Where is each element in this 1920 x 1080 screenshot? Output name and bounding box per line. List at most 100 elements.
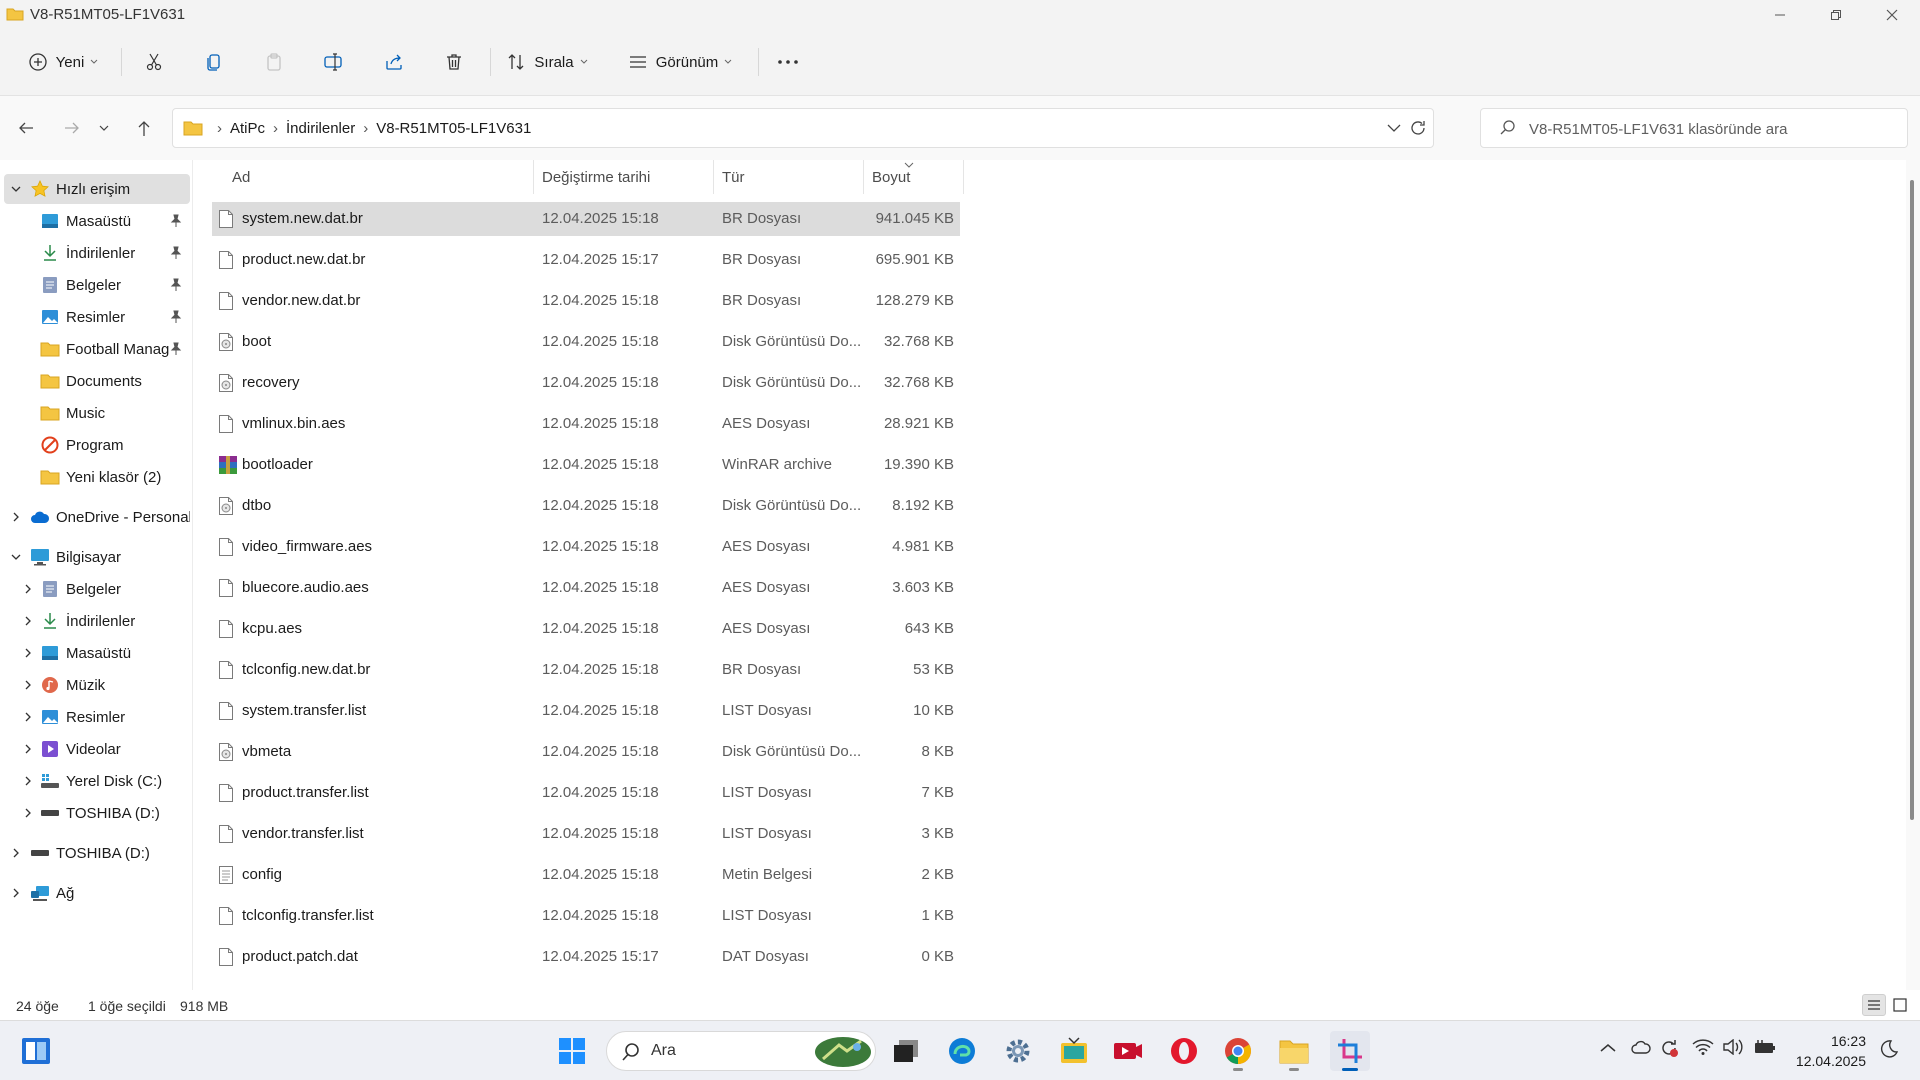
chevron-down-icon[interactable]: [8, 181, 24, 197]
sidebar-item-desktop[interactable]: Masaüstü: [4, 206, 190, 236]
breadcrumb-item[interactable]: İndirilenler: [286, 120, 355, 137]
taskbar-video-app[interactable]: [1108, 1031, 1148, 1071]
search-box[interactable]: [1480, 108, 1908, 148]
chevron-right-icon[interactable]: [8, 845, 24, 861]
rename-button[interactable]: [312, 44, 356, 80]
column-divider[interactable]: [713, 160, 714, 194]
table-row[interactable]: bootloader 12.04.2025 15:18 WinRAR archive…: [212, 448, 960, 482]
sidebar-item-onedrive[interactable]: OneDrive - Personal: [4, 502, 190, 532]
sidebar-item-documents[interactable]: Belgeler: [4, 270, 190, 300]
refresh-button[interactable]: [1409, 119, 1427, 137]
column-divider[interactable]: [863, 160, 864, 194]
onedrive-tray-icon[interactable]: [1630, 1039, 1652, 1055]
address-history-button[interactable]: [1387, 123, 1401, 133]
taskbar-file-explorer[interactable]: [1274, 1031, 1314, 1071]
pane-divider[interactable]: [192, 160, 193, 990]
taskbar-search[interactable]: Ara: [606, 1031, 876, 1071]
sidebar-item-music-folder[interactable]: Music: [4, 398, 190, 428]
taskbar-opera[interactable]: [1164, 1031, 1204, 1071]
more-options-button[interactable]: [766, 44, 810, 80]
paste-button[interactable]: [252, 44, 296, 80]
table-row[interactable]: kcpu.aes 12.04.2025 15:18 AES Dosyası 643 K…: [212, 612, 960, 646]
task-view-button[interactable]: [886, 1031, 926, 1071]
start-button[interactable]: [552, 1031, 592, 1071]
column-divider[interactable]: [533, 160, 534, 194]
table-row[interactable]: vmlinux.bin.aes 12.04.2025 15:18 AES Dosya…: [212, 407, 960, 441]
sidebar-item-documents-folder[interactable]: Documents: [4, 366, 190, 396]
chevron-right-icon[interactable]: [20, 773, 36, 789]
table-row[interactable]: vendor.new.dat.br 12.04.2025 15:18 BR Dosy…: [212, 284, 960, 318]
restore-button[interactable]: [1808, 0, 1864, 30]
battery-icon[interactable]: [1752, 1039, 1776, 1055]
sidebar-item-computer-desktop[interactable]: Masaüstü: [4, 638, 190, 668]
wifi-icon[interactable]: [1692, 1039, 1714, 1055]
cut-button[interactable]: [132, 44, 176, 80]
tiles-view-button[interactable]: [1888, 994, 1912, 1016]
vertical-scrollbar[interactable]: [1906, 160, 1920, 990]
chevron-right-icon[interactable]: [20, 805, 36, 821]
chevron-right-icon[interactable]: [20, 677, 36, 693]
do-not-disturb-icon[interactable]: [1878, 1039, 1898, 1059]
taskbar-clock[interactable]: 16:23 12.04.2025: [1790, 1031, 1866, 1071]
table-row[interactable]: system.transfer.list 12.04.2025 15:18 LIST…: [212, 694, 960, 728]
sync-error-icon[interactable]: [1658, 1037, 1680, 1059]
details-view-button[interactable]: [1862, 994, 1886, 1016]
chevron-right-icon[interactable]: [8, 885, 24, 901]
chevron-right-icon[interactable]: [20, 741, 36, 757]
chevron-right-icon[interactable]: [8, 509, 24, 525]
sidebar-item-computer-pictures[interactable]: Resimler: [4, 702, 190, 732]
view-button[interactable]: Görünüm: [620, 44, 740, 80]
chevron-up-icon[interactable]: [1600, 1043, 1616, 1053]
table-row[interactable]: product.new.dat.br 12.04.2025 15:17 BR Dos…: [212, 243, 960, 277]
new-button[interactable]: Yeni: [18, 44, 108, 80]
column-header-size[interactable]: Boyut: [872, 160, 962, 194]
back-button[interactable]: [8, 112, 44, 144]
table-row[interactable]: config 12.04.2025 15:18 Metin Belgesi 2 KB: [212, 858, 960, 892]
taskbar-snipping-tool[interactable]: [1330, 1031, 1370, 1071]
chevron-right-icon[interactable]: [20, 709, 36, 725]
taskbar-settings[interactable]: [998, 1031, 1038, 1071]
table-row[interactable]: vbmeta 12.04.2025 15:18 Disk Görüntüsü Do.…: [212, 735, 960, 769]
table-row[interactable]: tclconfig.transfer.list 12.04.2025 15:18 L…: [212, 899, 960, 933]
sidebar-item-pictures[interactable]: Resimler: [4, 302, 190, 332]
volume-icon[interactable]: [1722, 1039, 1744, 1055]
chevron-right-icon[interactable]: [20, 613, 36, 629]
close-button[interactable]: [1864, 0, 1920, 30]
minimize-button[interactable]: [1752, 0, 1808, 30]
copy-button[interactable]: [192, 44, 236, 80]
sidebar-item-computer-downloads[interactable]: İndirilenler: [4, 606, 190, 636]
delete-button[interactable]: [432, 44, 476, 80]
up-button[interactable]: [126, 112, 162, 144]
sidebar-item-network[interactable]: Ağ: [4, 878, 190, 908]
table-row[interactable]: recovery 12.04.2025 15:18 Disk Görüntüsü D…: [212, 366, 960, 400]
scrollbar-thumb[interactable]: [1910, 180, 1914, 820]
table-row[interactable]: vendor.transfer.list 12.04.2025 15:18 LIST…: [212, 817, 960, 851]
table-row[interactable]: system.new.dat.br 12.04.2025 15:18 BR Dosy…: [212, 202, 960, 236]
table-row[interactable]: product.transfer.list 12.04.2025 15:18 LIS…: [212, 776, 960, 810]
sidebar-item-downloads[interactable]: İndirilenler: [4, 238, 190, 268]
table-row[interactable]: tclconfig.new.dat.br 12.04.2025 15:18 BR D…: [212, 653, 960, 687]
chevron-down-icon[interactable]: [8, 549, 24, 565]
sort-button[interactable]: Sırala: [502, 44, 592, 80]
column-header-type[interactable]: Tür: [722, 160, 862, 194]
table-row[interactable]: boot 12.04.2025 15:18 Disk Görüntüsü Do...…: [212, 325, 960, 359]
table-row[interactable]: bluecore.audio.aes 12.04.2025 15:18 AES Do…: [212, 571, 960, 605]
sidebar-item-computer-music[interactable]: Müzik: [4, 670, 190, 700]
taskbar-edge[interactable]: [942, 1031, 982, 1071]
share-button[interactable]: [372, 44, 416, 80]
sidebar-item-computer[interactable]: Bilgisayar: [4, 542, 190, 572]
sidebar-item-program[interactable]: Program: [4, 430, 190, 460]
recent-locations-button[interactable]: [92, 112, 116, 144]
chevron-right-icon[interactable]: [20, 645, 36, 661]
sidebar-item-toshiba-drive[interactable]: TOSHIBA (D:): [4, 838, 190, 868]
taskbar-tv-app[interactable]: [1054, 1031, 1094, 1071]
table-row[interactable]: dtbo 12.04.2025 15:18 Disk Görüntüsü Do...…: [212, 489, 960, 523]
column-header-date[interactable]: Değiştirme tarihi: [542, 160, 712, 194]
taskbar-chrome[interactable]: [1218, 1031, 1258, 1071]
table-row[interactable]: product.patch.dat 12.04.2025 15:17 DAT Dos…: [212, 940, 960, 974]
chevron-right-icon[interactable]: [20, 581, 36, 597]
sidebar-item-football-manager[interactable]: Football Manag: [4, 334, 190, 364]
sidebar-item-local-disk-c[interactable]: Yerel Disk (C:): [4, 766, 190, 796]
sidebar-item-new-folder-2[interactable]: Yeni klasör (2): [4, 462, 190, 492]
widgets-button[interactable]: [16, 1031, 56, 1071]
